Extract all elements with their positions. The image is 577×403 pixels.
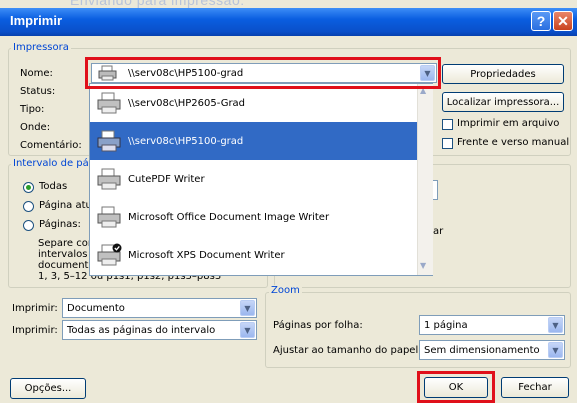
status-label: Status:: [20, 86, 56, 97]
properties-button[interactable]: Propriedades: [442, 64, 564, 84]
title-bar: [0, 8, 577, 36]
current-page-label: Página atu: [39, 200, 92, 211]
page-range-group-label: Intervalo de pá: [11, 158, 91, 169]
help-button[interactable]: ?: [531, 11, 551, 31]
print-to-file-checkbox[interactable]: [442, 119, 453, 130]
chevron-down-icon[interactable]: ▼: [548, 342, 563, 358]
current-page-radio[interactable]: [23, 201, 34, 212]
close-button[interactable]: Fechar: [501, 377, 569, 398]
zoom-group-label: Zoom: [269, 285, 302, 296]
print-what-label: Imprimir:: [12, 303, 58, 314]
scale-label: Ajustar ao tamanho do papel:: [273, 345, 422, 356]
printer-icon: [97, 206, 121, 228]
window-title: Imprimir: [10, 13, 63, 28]
printer-list-item[interactable]: Microsoft Office Document Image Writer: [90, 198, 417, 236]
printer-icon: [97, 130, 121, 152]
printer-list-item-selected[interactable]: \\serv08c\HP5100-grad: [90, 122, 417, 160]
chevron-down-icon[interactable]: ▼: [240, 300, 255, 316]
pages-label: Páginas:: [39, 219, 81, 230]
pages-per-sheet-select[interactable]: 1 página ▼: [419, 315, 565, 335]
highlight-ok-button: [417, 371, 495, 403]
where-label: Onde:: [20, 122, 51, 133]
range-help-line2: intervalos: [38, 249, 88, 260]
list-scrollbar[interactable]: ▲ ▼: [417, 84, 433, 275]
background-text: Enviando para impressao:: [70, 0, 245, 8]
print-to-file-label: Imprimir em arquivo: [457, 118, 560, 129]
all-pages-label: Todas: [39, 181, 68, 192]
find-printer-button[interactable]: Localizar impressora...: [442, 92, 564, 112]
highlight-printer-select: [85, 57, 441, 89]
default-printer-icon: [97, 243, 122, 266]
collate-label: ar: [433, 226, 444, 237]
print-what-select[interactable]: Documento ▼: [62, 298, 257, 318]
printer-icon: [97, 92, 121, 114]
options-button[interactable]: Opções...: [10, 378, 86, 399]
chevron-down-icon[interactable]: ▼: [548, 317, 563, 333]
name-label: Nome:: [20, 68, 53, 79]
printer-list-item[interactable]: Microsoft XPS Document Writer: [90, 236, 417, 274]
print-pages-label: Imprimir:: [12, 325, 58, 336]
comment-label: Comentário:: [20, 140, 82, 151]
duplex-checkbox[interactable]: [442, 138, 453, 149]
type-label: Tipo:: [20, 104, 45, 115]
range-help-line3: documento: [38, 260, 95, 271]
printer-list-item[interactable]: \\serv08c\HP2605-Grad: [90, 84, 417, 122]
close-window-button[interactable]: ✕: [553, 11, 573, 31]
pages-radio[interactable]: [23, 220, 34, 231]
chevron-down-icon[interactable]: ▼: [240, 322, 255, 338]
duplex-label: Frente e verso manual: [457, 137, 570, 148]
printer-group-label: Impressora: [11, 42, 71, 53]
scale-select[interactable]: Sem dimensionamento ▼: [419, 340, 565, 360]
print-pages-select[interactable]: Todas as páginas do intervalo ▼: [62, 320, 257, 340]
printer-dropdown-list: ▲ ▼ \\serv08c\HP2605-Grad \\serv08c\HP51…: [89, 83, 433, 276]
printer-list-item[interactable]: CutePDF Writer: [90, 160, 417, 198]
scroll-down-icon[interactable]: ▼: [420, 261, 426, 270]
printer-icon: [97, 168, 121, 190]
pages-per-sheet-label: Páginas por folha:: [273, 320, 363, 331]
all-pages-radio[interactable]: [23, 182, 34, 193]
